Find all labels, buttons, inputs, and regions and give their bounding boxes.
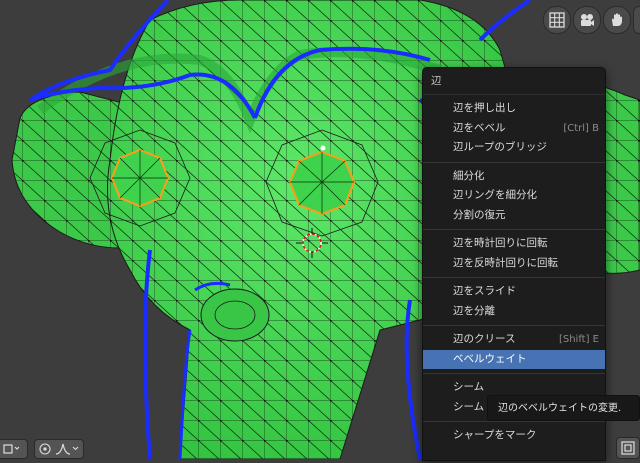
menu-item-rotate-edge-cw[interactable]: 辺を時計回りに回転 bbox=[423, 234, 605, 254]
tooltip: 辺のベベルウェイトの変更. bbox=[487, 395, 640, 421]
menu-item-rotate-edge-ccw[interactable]: 辺を反時計回りに回転 bbox=[423, 254, 605, 274]
toggle-grid-button[interactable] bbox=[543, 6, 571, 34]
menu-separator bbox=[423, 421, 605, 422]
menu-item-extrude-edges[interactable]: 辺を押し出し bbox=[423, 99, 605, 119]
camera-view-button[interactable] bbox=[573, 6, 601, 34]
menu-separator bbox=[423, 277, 605, 278]
menu-item-edge-slide[interactable]: 辺をスライド bbox=[423, 282, 605, 302]
overlay-icon bbox=[621, 441, 635, 455]
editor-type-dropdown[interactable] bbox=[0, 439, 28, 459]
menu-separator bbox=[423, 161, 605, 163]
menu-item-edge-crease[interactable]: 辺のクリース [Shift] E bbox=[423, 330, 605, 350]
menu-item-bevel-edges[interactable]: 辺をベベル [Ctrl] B bbox=[423, 119, 605, 139]
pan-view-button[interactable] bbox=[603, 6, 631, 34]
menu-item-bevel-weight[interactable]: ベベルウェイト bbox=[423, 349, 605, 369]
shortcut-label: [Shift] E bbox=[558, 334, 599, 345]
viewport-overlay-button[interactable] bbox=[616, 437, 640, 459]
camera-icon bbox=[581, 14, 594, 26]
menu-item-bridge-edge-loops[interactable]: 辺ループのブリッジ bbox=[423, 138, 605, 158]
menu-item-subdivide[interactable]: 細分化 bbox=[423, 167, 605, 187]
shortcut-label: [Ctrl] B bbox=[563, 122, 599, 134]
menu-item-subdivide-edge-ring[interactable]: 辺リングを細分化 bbox=[423, 186, 605, 206]
menu-separator bbox=[423, 373, 605, 374]
grid-icon bbox=[549, 12, 565, 28]
proportional-editing-dropdown[interactable] bbox=[34, 439, 84, 459]
menu-separator bbox=[423, 325, 605, 326]
menu-item-un-subdivide[interactable]: 分割の復元 bbox=[423, 206, 605, 226]
hand-icon bbox=[612, 13, 622, 26]
menu-item-mark-sharp[interactable]: シャープをマーク bbox=[423, 426, 605, 446]
ortho-toggle-button[interactable] bbox=[633, 6, 640, 34]
menu-item-edge-split[interactable]: 辺を分離 bbox=[423, 302, 605, 322]
mesh-icon bbox=[3, 444, 20, 454]
menu-title: 辺 bbox=[423, 68, 605, 95]
menu-separator bbox=[423, 229, 605, 230]
proportional-falloff-icon bbox=[39, 443, 79, 455]
